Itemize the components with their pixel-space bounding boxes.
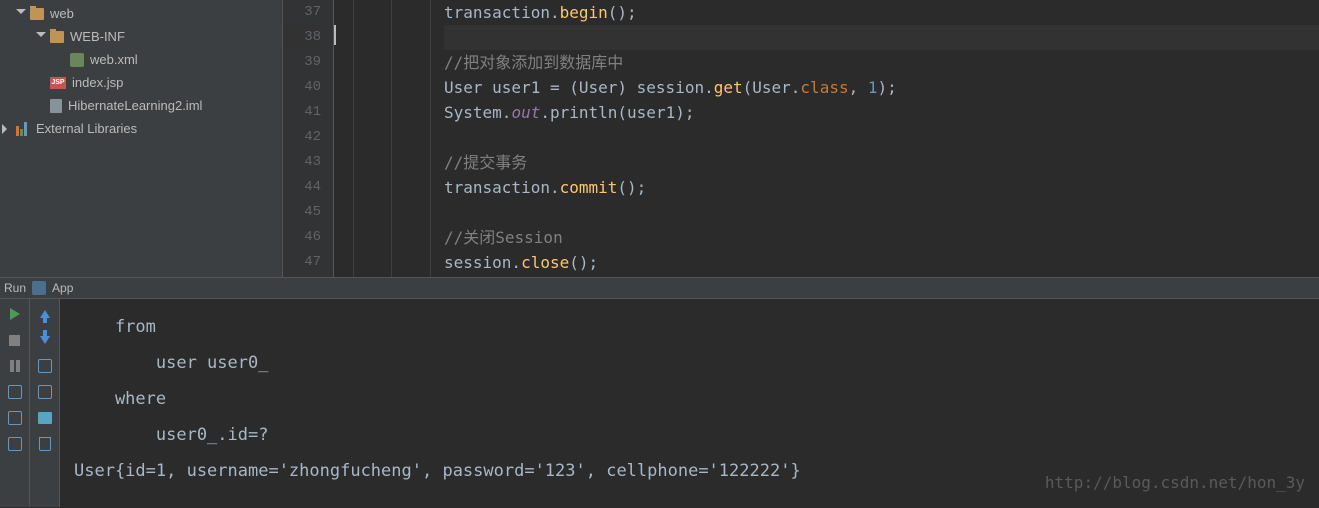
tree-label: web.xml bbox=[90, 52, 138, 67]
line-number: 37 bbox=[283, 0, 321, 25]
wrap-icon bbox=[38, 359, 52, 373]
arrow-down-icon bbox=[40, 336, 50, 344]
trash-icon bbox=[39, 437, 51, 451]
jsp-file-icon: JSP bbox=[50, 77, 66, 89]
code-line: //把对象添加到数据库中 bbox=[444, 50, 1319, 75]
run-toolbar-right bbox=[30, 299, 60, 507]
run-panel-header: Run App bbox=[0, 277, 1319, 299]
pause-button[interactable] bbox=[6, 357, 24, 375]
line-number: 43 bbox=[283, 150, 321, 175]
dump-button[interactable] bbox=[6, 383, 24, 401]
layout-button[interactable] bbox=[6, 435, 24, 453]
tree-external-libraries[interactable]: External Libraries bbox=[0, 117, 282, 140]
code-line: session.close(); bbox=[444, 250, 1319, 275]
file-icon bbox=[50, 99, 62, 113]
run-button[interactable] bbox=[6, 305, 24, 323]
line-number: 47 bbox=[283, 250, 321, 275]
tree-label: index.jsp bbox=[72, 75, 123, 90]
line-number: 38 bbox=[283, 25, 321, 50]
code-line bbox=[444, 200, 1319, 225]
print-icon bbox=[38, 412, 52, 424]
arrow-up-icon bbox=[40, 310, 50, 318]
tree-label: web bbox=[50, 6, 74, 21]
tree-label: HibernateLearning2.iml bbox=[68, 98, 202, 113]
folder-icon bbox=[50, 31, 64, 43]
tree-file-webxml[interactable]: web.xml bbox=[0, 48, 282, 71]
app-config-icon[interactable] bbox=[32, 281, 46, 295]
scroll-button[interactable] bbox=[36, 383, 54, 401]
code-line: //提交事务 bbox=[444, 150, 1319, 175]
exit-button[interactable] bbox=[6, 409, 24, 427]
line-gutter: 37 38 39 40 41 42 43 44 45 46 47 bbox=[283, 0, 333, 277]
line-number: 40 bbox=[283, 75, 321, 100]
console-line: from bbox=[74, 309, 1305, 345]
run-config-name[interactable]: App bbox=[52, 281, 73, 295]
tree-label: External Libraries bbox=[36, 121, 137, 136]
watermark: http://blog.csdn.net/hon_3y bbox=[1045, 465, 1305, 501]
tree-folder-webinf[interactable]: WEB-INF bbox=[0, 25, 282, 48]
layout-icon bbox=[8, 437, 22, 451]
xml-file-icon bbox=[70, 53, 84, 67]
line-number: 39 bbox=[283, 50, 321, 75]
line-number: 44 bbox=[283, 175, 321, 200]
console-line: user0_.id=? bbox=[74, 417, 1305, 453]
code-line bbox=[444, 125, 1319, 150]
play-icon bbox=[10, 308, 20, 320]
pause-icon bbox=[10, 360, 20, 372]
stop-icon bbox=[9, 335, 20, 346]
code-line: User user1 = (User) session.get(User.cla… bbox=[444, 75, 1319, 100]
chevron-right-icon bbox=[2, 124, 12, 134]
tree-label: WEB-INF bbox=[70, 29, 125, 44]
libraries-icon bbox=[16, 122, 30, 136]
console-output[interactable]: from user user0_ where user0_.id=? User{… bbox=[60, 299, 1319, 507]
text-cursor bbox=[334, 25, 336, 45]
line-number: 41 bbox=[283, 100, 321, 125]
scroll-icon bbox=[38, 385, 52, 399]
line-number: 46 bbox=[283, 225, 321, 250]
code-line: transaction.commit(); bbox=[444, 175, 1319, 200]
up-button[interactable] bbox=[36, 305, 54, 323]
console-line: user user0_ bbox=[74, 345, 1305, 381]
exit-icon bbox=[8, 411, 22, 425]
line-number: 42 bbox=[283, 125, 321, 150]
run-label: Run bbox=[4, 281, 26, 295]
clear-button[interactable] bbox=[36, 435, 54, 453]
softwrap-button[interactable] bbox=[36, 357, 54, 375]
stop-button[interactable] bbox=[6, 331, 24, 349]
chevron-down-icon bbox=[36, 32, 46, 42]
tree-file-iml[interactable]: HibernateLearning2.iml bbox=[0, 94, 282, 117]
camera-icon bbox=[8, 385, 22, 399]
code-line: //关闭Session bbox=[444, 225, 1319, 250]
code-line bbox=[444, 25, 1319, 50]
code-editor[interactable]: 37 38 39 40 41 42 43 44 45 46 47 transac… bbox=[283, 0, 1319, 277]
print-button[interactable] bbox=[36, 409, 54, 427]
folder-icon bbox=[30, 8, 44, 20]
down-button[interactable] bbox=[36, 331, 54, 349]
chevron-down-icon bbox=[16, 9, 26, 19]
project-tree: web WEB-INF web.xml JSP index.jsp Hibern… bbox=[0, 0, 283, 277]
code-line: transaction.begin(); bbox=[444, 0, 1319, 25]
console-line: where bbox=[74, 381, 1305, 417]
code-line: System.out.println(user1); bbox=[444, 100, 1319, 125]
line-number: 45 bbox=[283, 200, 321, 225]
code-content[interactable]: transaction.begin(); //把对象添加到数据库中 User u… bbox=[334, 0, 1319, 277]
tree-file-indexjsp[interactable]: JSP index.jsp bbox=[0, 71, 282, 94]
run-toolbar-left bbox=[0, 299, 30, 507]
tree-folder-web[interactable]: web bbox=[0, 2, 282, 25]
